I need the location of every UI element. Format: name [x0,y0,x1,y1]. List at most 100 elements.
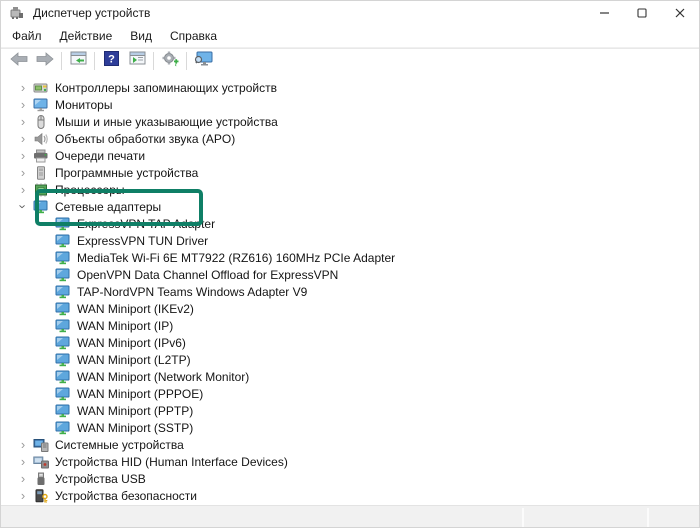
network-adapter-icon [55,268,71,282]
tree-item-label: ExpressVPN TAP Adapter [77,216,216,231]
tree-item-label: WAN Miniport (PPPOE) [77,386,204,401]
forward-arrow-icon [36,51,54,71]
tree-category-row[interactable]: › Контроллеры запоминающих устройств [1,79,699,96]
window-title: Диспетчер устройств [33,5,151,20]
tree-device-row[interactable]: WAN Miniport (PPPOE) [1,385,699,402]
tree-device-row[interactable]: WAN Miniport (PPTP) [1,402,699,419]
menu-view[interactable]: Вид [121,26,161,46]
footer-strip [1,505,699,527]
tree-device-row[interactable]: WAN Miniport (IPv6) [1,334,699,351]
monitor-icon [33,98,49,112]
tree-item-label: Устройства безопасности [55,488,197,503]
network-adapter-icon [55,404,71,418]
chevron-collapsed-icon[interactable]: › [13,455,33,468]
maximize-button[interactable] [623,1,661,24]
chevron-collapsed-icon[interactable]: › [13,98,33,111]
tree-device-row[interactable]: WAN Miniport (SSTP) [1,419,699,436]
scan-hardware-changes-button[interactable] [190,50,216,72]
back-button[interactable] [6,50,32,72]
chevron-collapsed-icon[interactable]: › [13,166,33,179]
tree-item-label: Процессоры [55,182,125,197]
device-manager-window: Диспетчер устройств Файл Действие Вид Сп… [0,0,700,528]
tree-category-row[interactable]: › Программные устройства [1,164,699,181]
chevron-collapsed-icon[interactable]: › [13,489,33,502]
menu-bar: Файл Действие Вид Справка [1,24,699,48]
add-device-button[interactable] [157,50,183,72]
tree-item-label: Мыши и иные указывающие устройства [55,114,278,129]
tree-item-label: WAN Miniport (IPv6) [77,335,186,350]
help-icon: ? [103,51,119,71]
window-controls [585,1,699,24]
network-adapter-icon [55,336,71,350]
forward-button[interactable] [32,50,58,72]
tree-category-row[interactable]: › Системные устройства [1,436,699,453]
tree-item-label: Системные устройства [55,437,184,452]
chevron-collapsed-icon[interactable]: › [13,115,33,128]
tree-item-label: WAN Miniport (SSTP) [77,420,194,435]
tree-category-row[interactable]: › Сетевые адаптеры [1,198,699,215]
tree-item-label: ExpressVPN TUN Driver [77,233,209,248]
title-bar: Диспетчер устройств [1,1,699,24]
tree-device-row[interactable]: WAN Miniport (IKEv2) [1,300,699,317]
tree-device-row[interactable]: TAP-NordVPN Teams Windows Adapter V9 [1,283,699,300]
system-device-icon [33,438,49,452]
close-button[interactable] [661,1,699,24]
chevron-collapsed-icon[interactable]: › [13,183,33,196]
menu-help[interactable]: Справка [161,26,226,46]
tree-device-row[interactable]: MediaTek Wi-Fi 6E MT7922 (RZ616) 160MHz … [1,249,699,266]
back-arrow-icon [10,51,28,71]
menu-file[interactable]: Файл [3,26,51,46]
minimize-button[interactable] [585,1,623,24]
network-adapter-icon [55,302,71,316]
tree-category-row[interactable]: › Устройства HID (Human Interface Devices… [1,453,699,470]
tree-item-label: Программные устройства [55,165,199,180]
tree-device-row[interactable]: ExpressVPN TAP Adapter [1,215,699,232]
chevron-collapsed-icon[interactable]: › [13,438,33,451]
network-adapter-icon [55,234,71,248]
tree-item-label: Очереди печати [55,148,146,163]
security-device-icon [33,488,49,503]
tree-device-row[interactable]: WAN Miniport (L2TP) [1,351,699,368]
tree-item-label: Устройства HID (Human Interface Devices) [55,454,288,469]
tree-category-row[interactable]: › Устройства безопасности [1,487,699,504]
audio-apo-icon [33,132,49,146]
toolbar-separator [61,52,62,70]
chevron-collapsed-icon[interactable]: › [13,149,33,162]
network-adapter-icon [55,353,71,367]
mouse-icon [33,114,49,129]
storage-controller-icon [33,81,49,95]
chevron-collapsed-icon[interactable]: › [13,132,33,145]
chevron-collapsed-icon[interactable]: › [13,472,33,485]
tree-device-row[interactable]: ExpressVPN TUN Driver [1,232,699,249]
action-window-icon [129,51,146,71]
tree-category-row[interactable]: › Объекты обработки звука (APO) [1,130,699,147]
network-adapter-icon [33,200,49,214]
tree-item-label: WAN Miniport (PPTP) [77,403,194,418]
chevron-expanded-icon[interactable]: › [16,197,31,217]
network-adapter-icon [55,421,71,435]
tree-item-label: Устройства USB [55,471,146,486]
processor-icon [33,183,49,197]
console-window-icon [70,51,87,71]
tree-device-row[interactable]: OpenVPN Data Channel Offload for Express… [1,266,699,283]
tree-device-row[interactable]: WAN Miniport (Network Monitor) [1,368,699,385]
show-console-tree-button[interactable] [65,50,91,72]
tree-category-row[interactable]: › Мыши и иные указывающие устройства [1,113,699,130]
tree-category-row[interactable]: › Очереди печати [1,147,699,164]
tree-item-label: WAN Miniport (IP) [77,318,174,333]
tree-item-label: Объекты обработки звука (APO) [55,131,236,146]
action-pane-button[interactable] [124,50,150,72]
menu-action[interactable]: Действие [51,26,122,46]
printer-icon [33,149,49,163]
tree-item-label: OpenVPN Data Channel Offload for Express… [77,267,339,282]
chevron-collapsed-icon[interactable]: › [13,81,33,94]
tree-category-row[interactable]: › Устройства USB [1,470,699,487]
tree-category-row[interactable]: › Мониторы [1,96,699,113]
tree-device-row[interactable]: WAN Miniport (IP) [1,317,699,334]
tree-item-label: Мониторы [55,97,113,112]
gear-plus-icon [162,51,179,72]
network-adapter-icon [55,217,71,231]
network-adapter-icon [55,387,71,401]
help-button[interactable]: ? [98,50,124,72]
tree-category-row[interactable]: › Процессоры [1,181,699,198]
